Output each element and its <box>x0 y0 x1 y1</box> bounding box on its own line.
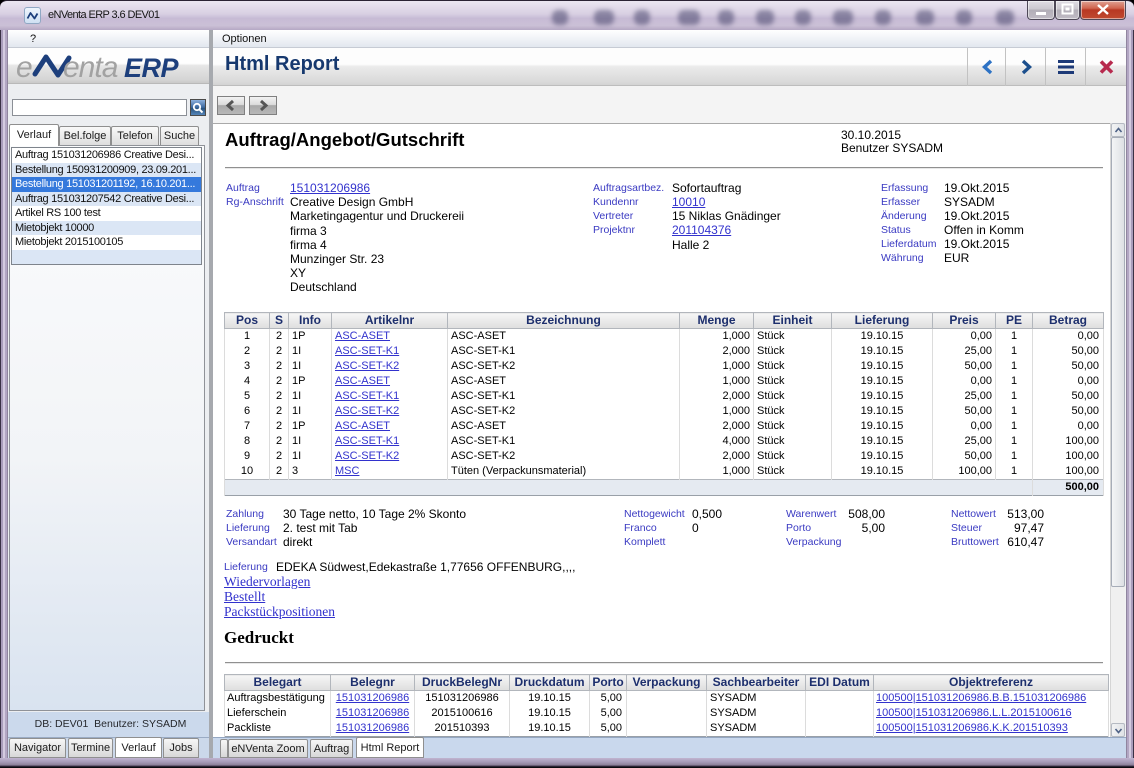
svg-text:e: e <box>16 51 33 84</box>
svg-text:enta: enta <box>63 51 118 84</box>
svg-text:ERP: ERP <box>124 53 180 83</box>
